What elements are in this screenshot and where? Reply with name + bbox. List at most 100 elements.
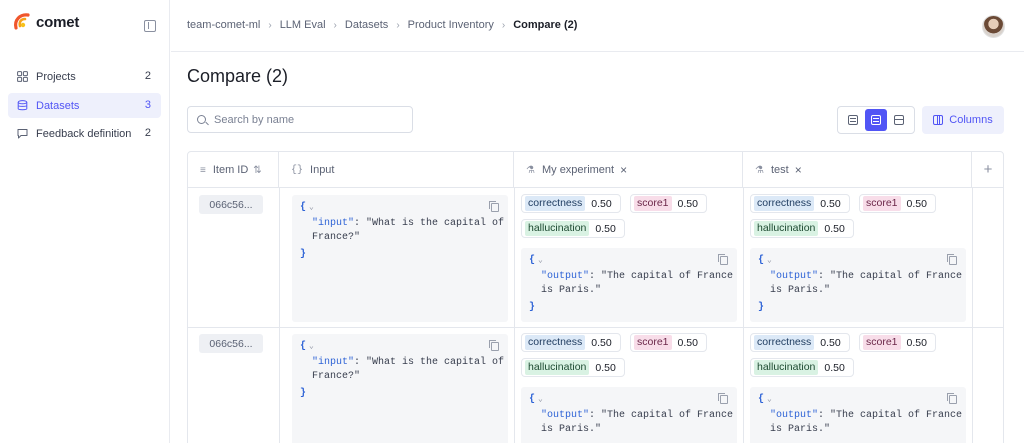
- score-value: 0.50: [595, 222, 616, 235]
- columns-button[interactable]: Columns: [922, 106, 1004, 134]
- chevron-down-icon[interactable]: ⌄: [767, 256, 772, 265]
- sidebar-item-projects[interactable]: Projects 2: [8, 64, 161, 89]
- output-json-viewer: {⌄ "output": "The capital of France is P…: [750, 248, 966, 322]
- json-value-continued: is Paris.": [541, 285, 602, 296]
- copy-icon[interactable]: [489, 201, 499, 212]
- column-header-item-id[interactable]: ≡ Item ID ⇅: [188, 152, 279, 188]
- collapse-sidebar-icon[interactable]: [144, 20, 156, 32]
- column-header-my-experiment[interactable]: ⚗ My experiment ×: [514, 152, 743, 188]
- json-brace-open: {: [529, 255, 536, 266]
- item-id-chip[interactable]: 066c56...: [199, 334, 263, 353]
- json-brace-close: }: [300, 388, 307, 399]
- feedback-score[interactable]: correctness 0.50: [521, 194, 621, 213]
- table-header: ≡ Item ID ⇅ {} Input ⚗ My experiment × ⚗…: [188, 152, 1003, 188]
- search-input[interactable]: Search by name: [187, 106, 413, 133]
- feedback-score[interactable]: hallucination 0.50: [521, 219, 625, 238]
- score-name: hallucination: [754, 221, 819, 236]
- compact-view-button[interactable]: [842, 109, 864, 131]
- copy-icon[interactable]: [947, 254, 957, 265]
- chevron-right-icon: ›: [501, 19, 506, 31]
- rows-icon: [847, 115, 858, 125]
- score-name: hallucination: [525, 221, 590, 236]
- json-key: "output": [541, 271, 590, 282]
- score-value: 0.50: [677, 336, 698, 349]
- json-brace-close: }: [529, 302, 536, 313]
- chevron-down-icon[interactable]: ⌄: [538, 256, 543, 265]
- sidebar: comet Projects 2 Datasets 3 Feedback def…: [0, 0, 170, 443]
- feedback-score[interactable]: correctness 0.50: [750, 194, 850, 213]
- sort-icon[interactable]: ⇅: [253, 165, 261, 176]
- medium-view-button[interactable]: [864, 109, 887, 131]
- score-value: 0.50: [824, 222, 845, 235]
- feedback-score[interactable]: correctness 0.50: [750, 333, 850, 352]
- feedback-score[interactable]: correctness 0.50: [521, 333, 621, 352]
- breadcrumb-item[interactable]: Product Inventory: [408, 19, 494, 31]
- add-column-button[interactable]: +: [972, 151, 1004, 187]
- column-header-label: Item ID: [212, 164, 249, 176]
- score-name: hallucination: [525, 360, 590, 375]
- column-divider: [514, 188, 515, 443]
- close-icon[interactable]: ×: [795, 163, 802, 177]
- json-value: : "The capital of France: [589, 410, 734, 421]
- chevron-down-icon[interactable]: ⌄: [309, 342, 314, 351]
- chevron-down-icon[interactable]: ⌄: [538, 395, 543, 404]
- large-view-button[interactable]: [888, 109, 910, 131]
- copy-icon[interactable]: [489, 340, 499, 351]
- sidebar-item-label: Feedback definition: [36, 127, 132, 140]
- sidebar-item-datasets[interactable]: Datasets 3: [8, 93, 161, 118]
- column-header-input[interactable]: {} Input: [279, 152, 514, 188]
- app-window: comet Projects 2 Datasets 3 Feedback def…: [0, 0, 1024, 443]
- chevron-right-icon: ›: [396, 19, 400, 31]
- breadcrumb-item[interactable]: team-comet-ml: [187, 19, 260, 31]
- score-name: hallucination: [754, 360, 819, 375]
- output-json-viewer: {⌄ "output": "The capital of France is P…: [521, 248, 737, 322]
- output-json-viewer: {⌄ "output": "The capital of France is P…: [521, 387, 737, 443]
- score-name: score1: [863, 196, 901, 211]
- score-value: 0.50: [820, 336, 841, 349]
- score-value: 0.50: [591, 336, 612, 349]
- sidebar-item-feedback-definition[interactable]: Feedback definition 2: [8, 121, 161, 146]
- brand[interactable]: comet: [12, 12, 79, 32]
- plus-icon: +: [983, 160, 993, 178]
- score-value: 0.50: [824, 361, 845, 374]
- json-value: : "The capital of France: [589, 271, 734, 282]
- breadcrumb-item[interactable]: LLM Eval: [280, 19, 326, 31]
- score-value: 0.50: [595, 361, 616, 374]
- search-icon: [197, 115, 206, 124]
- row-divider: [188, 327, 1003, 328]
- feedback-score[interactable]: hallucination 0.50: [750, 219, 854, 238]
- feedback-score[interactable]: score1 0.50: [630, 333, 707, 352]
- close-icon[interactable]: ×: [620, 163, 627, 177]
- feedback-score[interactable]: score1 0.50: [859, 333, 936, 352]
- chevron-down-icon[interactable]: ⌄: [309, 203, 314, 212]
- sidebar-item-count: 3: [144, 99, 151, 111]
- sidebar-item-count: 2: [144, 70, 151, 82]
- sidebar-item-label: Projects: [36, 70, 76, 83]
- json-brace-open: {: [758, 255, 765, 266]
- json-value-continued: is Paris.": [770, 424, 831, 435]
- feedback-score[interactable]: score1 0.50: [859, 194, 936, 213]
- json-key: "output": [770, 410, 819, 421]
- copy-icon[interactable]: [947, 393, 957, 404]
- input-json-viewer: {⌄ "input": "What is the capital of Fran…: [292, 334, 508, 443]
- column-header-test[interactable]: ⚗ test ×: [743, 152, 972, 188]
- json-brace-open: {: [300, 341, 307, 352]
- avatar[interactable]: [982, 15, 1005, 38]
- score-value: 0.50: [906, 336, 927, 349]
- item-id-chip[interactable]: 066c56...: [199, 195, 263, 214]
- breadcrumb-item[interactable]: Datasets: [345, 19, 388, 31]
- column-header-label: My experiment: [541, 164, 615, 176]
- copy-icon[interactable]: [718, 254, 728, 265]
- menu-icon: ≡: [200, 164, 206, 176]
- feedback-score[interactable]: hallucination 0.50: [521, 358, 625, 377]
- json-brace-close: }: [758, 302, 765, 313]
- output-json-viewer: {⌄ "output": "The capital of France is P…: [750, 387, 966, 443]
- message-square-icon: [17, 128, 28, 139]
- json-brace-open: {: [300, 202, 307, 213]
- feedback-score[interactable]: hallucination 0.50: [750, 358, 854, 377]
- json-brace-open: {: [758, 394, 765, 405]
- copy-icon[interactable]: [718, 393, 728, 404]
- chevron-down-icon[interactable]: ⌄: [767, 395, 772, 404]
- score-value: 0.50: [677, 197, 698, 210]
- feedback-score[interactable]: score1 0.50: [630, 194, 707, 213]
